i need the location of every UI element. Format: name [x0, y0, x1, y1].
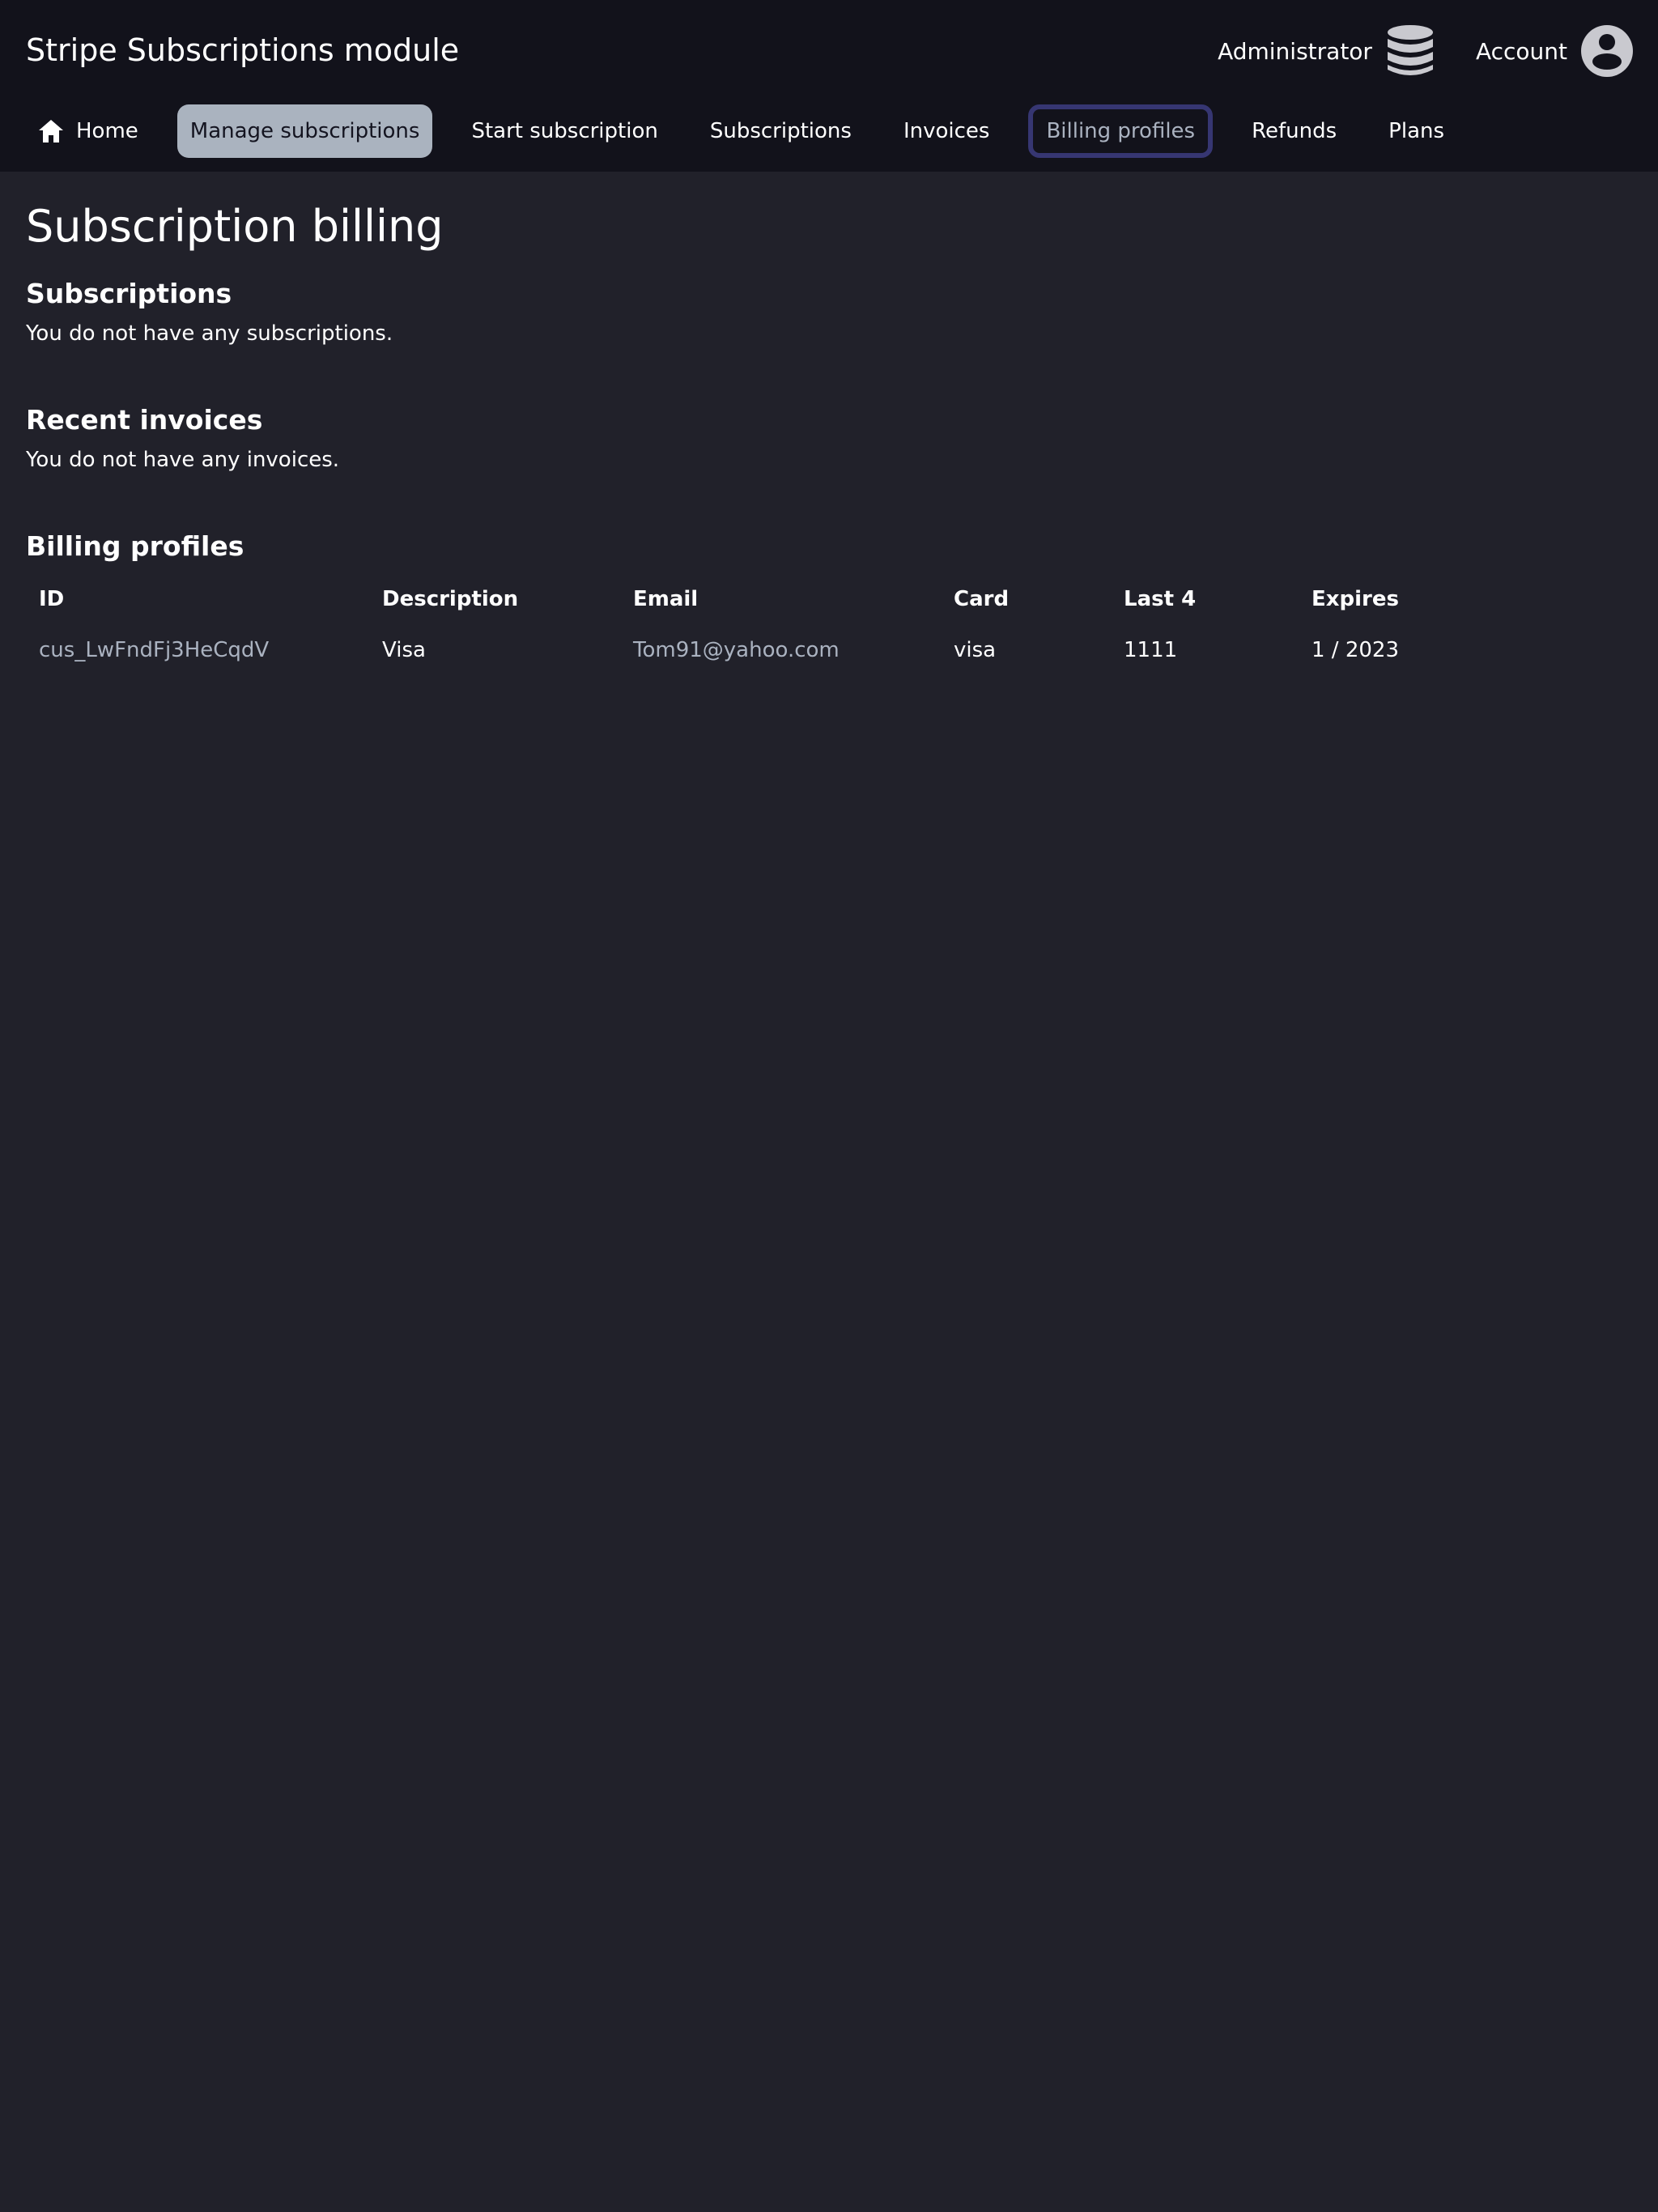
profile-last4: 1111: [1124, 638, 1178, 662]
account-link[interactable]: Account: [1476, 38, 1567, 65]
nav-refunds[interactable]: Refunds: [1239, 104, 1350, 158]
home-icon: [37, 117, 65, 145]
nav-home-label: Home: [76, 119, 138, 143]
nav-home[interactable]: Home: [26, 104, 151, 158]
nav-start-subscription[interactable]: Start subscription: [458, 104, 670, 158]
column-header-email: Email: [633, 587, 699, 611]
nav-invoices[interactable]: Invoices: [891, 104, 1003, 158]
account-circle-icon[interactable]: [1580, 24, 1634, 78]
column-header-last4: Last 4: [1124, 587, 1197, 611]
app-title: Stripe Subscriptions module: [26, 32, 460, 68]
billing-profiles-section: Billing profiles ID Description Email Ca…: [26, 528, 1632, 677]
administrator-link[interactable]: Administrator: [1218, 38, 1372, 65]
database-icon[interactable]: [1387, 24, 1434, 78]
column-header-description: Description: [382, 587, 519, 611]
main-content: Subscription billing Subscriptions You d…: [26, 172, 1632, 677]
billing-profiles-heading: Billing profiles: [26, 530, 244, 562]
user-area: Administrator Account: [1218, 24, 1634, 78]
column-header-id: ID: [39, 587, 65, 611]
subscriptions-empty-text: You do not have any subscriptions.: [26, 321, 393, 346]
table-header-row: ID Description Email Card Last 4 Expires: [26, 575, 1460, 623]
billing-profiles-table: ID Description Email Card Last 4 Expires…: [26, 575, 1460, 677]
invoices-empty-text: You do not have any invoices.: [26, 448, 340, 472]
page-title: Subscription billing: [26, 201, 444, 252]
profile-email-link[interactable]: Tom91@yahoo.com: [620, 623, 941, 677]
profile-description: Visa: [382, 638, 426, 662]
invoices-heading: Recent invoices: [26, 404, 263, 436]
main-nav: Home Manage subscriptions Start subscrip…: [26, 104, 1483, 159]
profile-card: visa: [954, 638, 997, 662]
nav-manage-subscriptions[interactable]: Manage subscriptions: [176, 104, 433, 158]
table-row: cus_LwFndFj3HeCqdV Visa Tom91@yahoo.com …: [26, 623, 1460, 677]
profile-expires: 1 / 2023: [1312, 638, 1399, 662]
nav-billing-profiles[interactable]: Billing profiles: [1028, 104, 1214, 158]
nav-plans[interactable]: Plans: [1375, 104, 1457, 158]
nav-subscriptions[interactable]: Subscriptions: [697, 104, 865, 158]
subscriptions-heading: Subscriptions: [26, 278, 232, 309]
column-header-card: Card: [954, 587, 1010, 611]
column-header-expires: Expires: [1312, 587, 1399, 611]
header: Stripe Subscriptions module Administrato…: [0, 0, 1658, 172]
profile-id-link[interactable]: cus_LwFndFj3HeCqdV: [26, 623, 369, 677]
invoices-section: Recent invoices You do not have any invo…: [26, 402, 1632, 474]
subscriptions-section: Subscriptions You do not have any subscr…: [26, 275, 1632, 348]
